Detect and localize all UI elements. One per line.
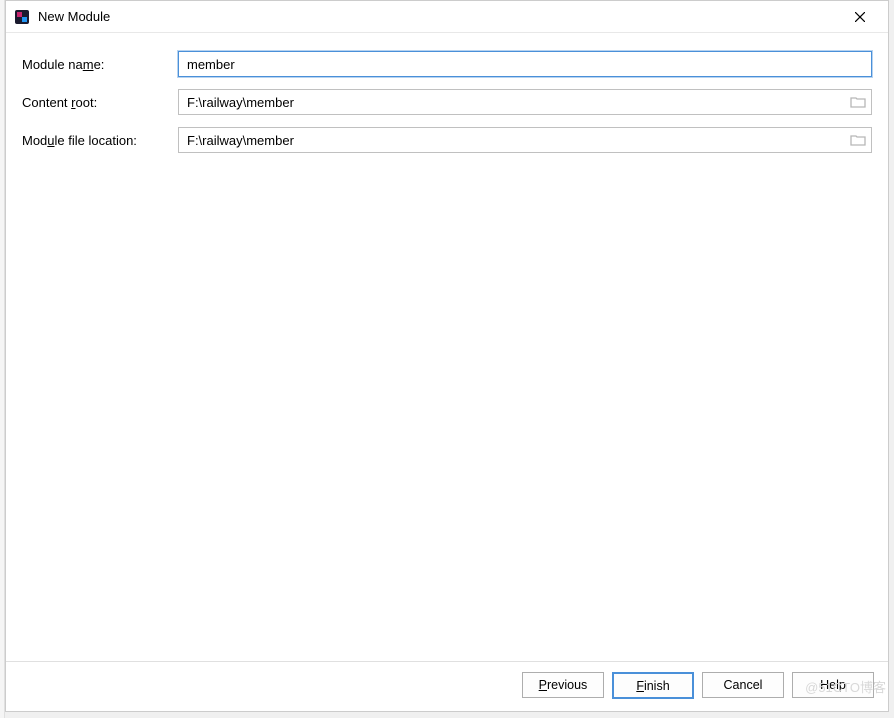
content-root-input[interactable]	[178, 89, 872, 115]
browse-module-file-location-button[interactable]	[850, 133, 866, 147]
module-file-location-row: Module file location:	[22, 127, 872, 153]
browse-content-root-button[interactable]	[850, 95, 866, 109]
module-name-label: Module name:	[22, 57, 178, 72]
folder-icon	[850, 95, 866, 109]
help-button[interactable]: Help	[792, 672, 874, 698]
close-button[interactable]	[840, 3, 880, 31]
button-row: Previous Finish Cancel Help	[6, 661, 888, 711]
module-file-location-label: Module file location:	[22, 133, 178, 148]
module-file-location-input[interactable]	[178, 127, 872, 153]
finish-button[interactable]: Finish	[612, 672, 694, 699]
content-root-label: Content root:	[22, 95, 178, 110]
previous-button[interactable]: Previous	[522, 672, 604, 698]
app-icon	[14, 9, 30, 25]
content-root-row: Content root:	[22, 89, 872, 115]
window-title: New Module	[38, 9, 840, 24]
cancel-button[interactable]: Cancel	[702, 672, 784, 698]
dialog-content: Module name: Content root:	[6, 33, 888, 661]
module-name-row: Module name:	[22, 51, 872, 77]
folder-icon	[850, 133, 866, 147]
new-module-dialog: New Module Module name: Content root:	[5, 0, 889, 712]
spacer	[22, 153, 872, 651]
module-name-input[interactable]	[178, 51, 872, 77]
close-icon	[855, 12, 865, 22]
form: Module name: Content root:	[22, 51, 872, 153]
titlebar: New Module	[6, 1, 888, 33]
